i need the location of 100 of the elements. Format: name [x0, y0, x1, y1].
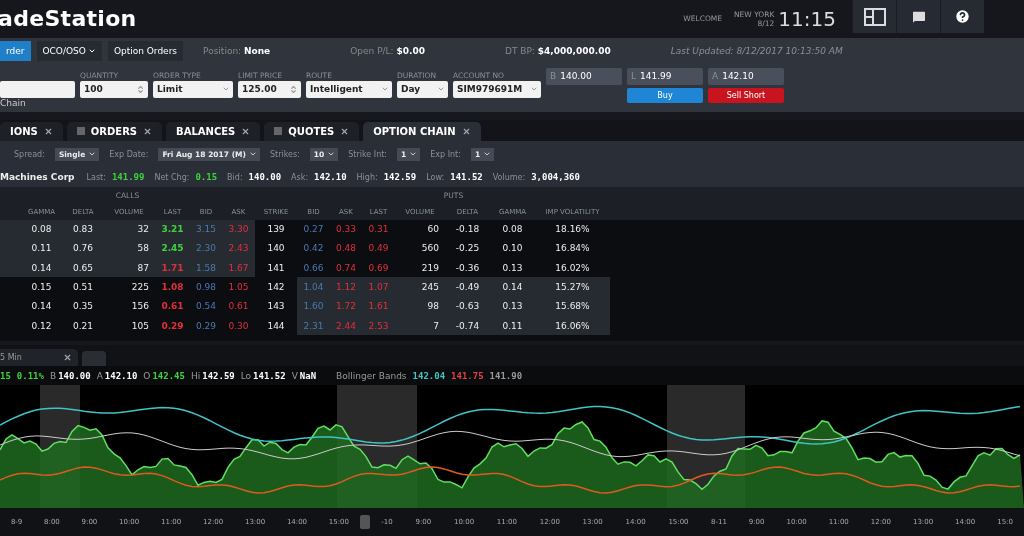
- info-label: A: [96, 370, 103, 381]
- chain-link[interactable]: Chain: [0, 97, 26, 108]
- last-price: 3.21: [161, 224, 184, 235]
- table-cell: 87: [103, 258, 155, 278]
- table-cell: 98: [395, 296, 445, 317]
- info-value: 140.00: [58, 370, 91, 381]
- quote-label: Low:: [426, 172, 445, 182]
- filter-label: Spread:: [14, 149, 45, 159]
- quote-value: 142.59: [383, 172, 417, 183]
- close-icon[interactable]: [461, 126, 471, 136]
- window-tab[interactable]: BALANCES: [166, 121, 261, 141]
- indicator-label: Bollinger Bands: [336, 370, 407, 381]
- symbol-field[interactable]: [0, 80, 75, 98]
- last-price: 1.08: [161, 282, 184, 293]
- quote-label: High:: [356, 172, 378, 182]
- close-icon[interactable]: [241, 126, 251, 136]
- table-cell: 1.07: [362, 277, 395, 297]
- table-cell: 58: [103, 238, 155, 259]
- window-tab[interactable]: QUOTES: [264, 121, 360, 141]
- quote-label: Ask:: [291, 172, 309, 182]
- quote-value: 141.99: [111, 172, 145, 183]
- info-label: V: [291, 370, 298, 381]
- table-cell: 2.44: [330, 316, 362, 336]
- table-cell: 2.31: [297, 316, 330, 336]
- spinner-icon: [136, 84, 145, 94]
- spinner-field[interactable]: 125.00: [238, 80, 301, 98]
- scroll-handle[interactable]: [360, 515, 370, 530]
- spinner-field[interactable]: 100: [80, 80, 148, 98]
- info-value: 0.11%: [16, 370, 44, 381]
- table-cell: -0.49: [445, 277, 490, 297]
- chat-icon: [910, 8, 927, 25]
- close-icon[interactable]: [143, 126, 153, 136]
- filter-label: Exp Int:: [430, 149, 461, 159]
- dropdown-field[interactable]: Day: [397, 80, 448, 98]
- table-cell: 2.30: [190, 238, 222, 259]
- info-value: NaN: [299, 370, 317, 381]
- order-stat: Open P/L: $0.00: [350, 45, 425, 56]
- filter-label: Exp Date:: [109, 149, 149, 159]
- info-value: 142.10: [104, 370, 138, 381]
- table-cell: 15.27%: [535, 277, 610, 297]
- spinner-icon: [289, 84, 298, 94]
- order-tab[interactable]: Option Orders: [107, 40, 184, 61]
- dropdown-field[interactable]: SIM979691M: [453, 80, 541, 98]
- window-tab[interactable]: IONS: [0, 121, 63, 141]
- info-value: 15: [0, 370, 11, 381]
- table-cell: 0.76: [63, 238, 103, 259]
- table-cell: 16.06%: [535, 316, 610, 336]
- close-icon[interactable]: [43, 126, 53, 136]
- table-cell: 0.14: [0, 258, 63, 278]
- table-cell: 2.53: [362, 316, 395, 336]
- table-cell: 1.58: [190, 258, 222, 278]
- table-cell: 0.11: [490, 316, 535, 336]
- quote-label: Volume:: [492, 172, 526, 182]
- quote-value: 141.52: [450, 172, 483, 183]
- dropdown-field[interactable]: Intelligent: [306, 80, 392, 98]
- sell-short-button[interactable]: Sell Short: [708, 87, 784, 103]
- table-cell: 7: [395, 316, 445, 336]
- table-cell: 1.04: [297, 277, 330, 297]
- last-price: 0.29: [161, 320, 184, 331]
- quote-field: B 140.00: [546, 67, 622, 85]
- table-cell: -0.74: [445, 316, 490, 336]
- chart-tab[interactable]: 5 Min: [0, 349, 78, 367]
- quote-field: L 141.99: [627, 67, 703, 85]
- window-tab[interactable]: ORDERS: [66, 121, 163, 141]
- last-updated: Last Updated: 8/12/2017 10:13:50 AM: [670, 45, 843, 56]
- info-label: Hi: [190, 370, 201, 381]
- last-price: 0.61: [161, 301, 184, 312]
- dropdown-field[interactable]: Limit: [153, 80, 233, 98]
- quote-value: 0.15: [195, 172, 218, 183]
- info-value: 141.52: [253, 370, 286, 381]
- last-price: 1.71: [161, 262, 184, 273]
- order-tab[interactable]: OCO/OSO: [36, 40, 102, 61]
- info-label: Lo: [240, 370, 252, 381]
- window-tab[interactable]: OPTION CHAIN: [363, 121, 481, 141]
- info-value: 142.45: [152, 370, 185, 381]
- close-icon[interactable]: [340, 126, 350, 136]
- clock-time: 11:15: [778, 6, 836, 31]
- quote-value: 140.00: [248, 172, 282, 183]
- buy-button[interactable]: Buy: [627, 87, 703, 103]
- table-cell: 32: [103, 219, 155, 239]
- square-icon: [274, 127, 283, 136]
- layout-icon: [863, 7, 886, 26]
- indicator-value: 141.75: [451, 370, 484, 381]
- info-value: 142.59: [202, 370, 235, 381]
- company-name: Machines Corp: [0, 172, 75, 183]
- quote-value: 142.10: [314, 172, 347, 183]
- quote-field: A 142.10: [708, 67, 784, 85]
- table-cell: 1.12: [330, 277, 362, 297]
- quote-label: Bid:: [227, 172, 243, 182]
- info-label: O: [143, 370, 151, 381]
- info-label: B: [49, 370, 57, 381]
- order-stat: Position: None: [203, 45, 271, 56]
- table-cell: 0.83: [63, 219, 103, 239]
- square-icon: [76, 127, 85, 136]
- help-icon: [954, 8, 971, 25]
- order-tab[interactable]: rder: [0, 40, 31, 61]
- quote-value: 3,004,360: [531, 172, 580, 183]
- table-cell: 0.65: [63, 258, 103, 278]
- close-icon[interactable]: [63, 353, 72, 363]
- table-cell: 1.72: [330, 296, 362, 317]
